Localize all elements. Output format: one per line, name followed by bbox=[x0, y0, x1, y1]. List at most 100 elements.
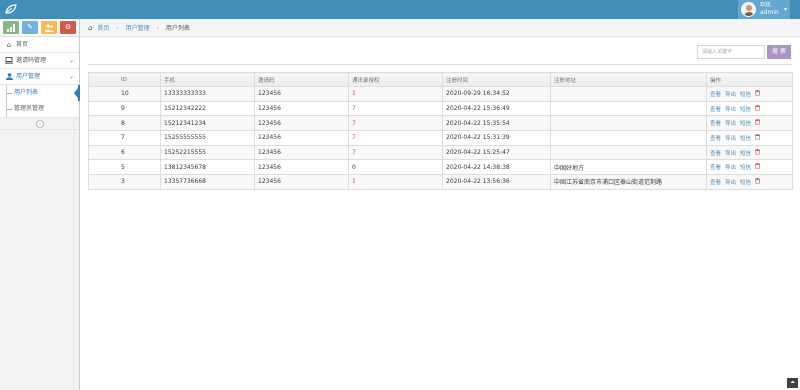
sidebar-subitem-user-list[interactable]: 用户列表 bbox=[0, 85, 80, 101]
breadcrumb-separator-icon: › bbox=[156, 25, 159, 32]
trash-icon[interactable] bbox=[755, 148, 761, 157]
sms-link[interactable]: 短信 bbox=[740, 107, 751, 113]
user-welcome-text: 欢迎, bbox=[760, 2, 772, 8]
sidebar-shortcuts: ✎ ⚙ bbox=[0, 19, 79, 37]
sidebar-subitem-admin-management[interactable]: 管理员管理 bbox=[0, 101, 79, 117]
cell-register-address bbox=[550, 130, 707, 146]
cell-invite-code: 123456 bbox=[254, 130, 349, 146]
cell-register-address bbox=[550, 86, 707, 102]
trash-icon[interactable] bbox=[755, 119, 761, 127]
user-icon bbox=[5, 69, 13, 86]
column-header-register-address[interactable]: 注册地址 bbox=[550, 72, 707, 87]
user-name: admin bbox=[760, 9, 779, 16]
cell-register-address bbox=[550, 144, 707, 161]
user-menu[interactable]: 欢迎, admin ▾ bbox=[738, 0, 790, 19]
column-header-actions: 操作 bbox=[706, 72, 793, 87]
signal-icon[interactable] bbox=[3, 21, 19, 34]
cell-id: 6 bbox=[88, 144, 161, 161]
column-header-contacts-auth[interactable]: 通讯录授权 bbox=[348, 72, 443, 87]
sidebar-item-user-management[interactable]: 用户管理 ⌄ bbox=[0, 69, 79, 85]
cell-id: 8 bbox=[88, 115, 161, 132]
sidebar-item-label: 首页 bbox=[16, 41, 29, 48]
chevron-down-icon: ⌄ bbox=[68, 73, 74, 80]
cell-register-time: 2020-09-29 16:34:52 bbox=[442, 86, 551, 102]
cell-id: 3 bbox=[88, 174, 161, 190]
cell-id: 10 bbox=[88, 86, 161, 102]
table-row: 7 15255555555 123456 7 2020-04-22 15:31:39 查看… bbox=[88, 130, 793, 146]
cell-phone: 13812345678 bbox=[160, 159, 255, 176]
export-link[interactable]: 导出 bbox=[725, 180, 736, 186]
trash-icon[interactable] bbox=[755, 177, 761, 186]
column-header-register-time[interactable]: 注册时间 bbox=[442, 72, 551, 87]
export-link[interactable]: 导出 bbox=[725, 107, 736, 113]
view-link[interactable]: 查看 bbox=[710, 107, 721, 113]
trash-icon[interactable] bbox=[755, 104, 761, 113]
cell-actions: 查看 导出 短信 bbox=[706, 144, 793, 161]
cell-phone: 15212341234 bbox=[160, 115, 255, 132]
export-link[interactable]: 导出 bbox=[725, 165, 736, 171]
breadcrumb-home[interactable]: 首页 bbox=[97, 25, 109, 32]
search-button[interactable]: 搜 索 bbox=[767, 45, 791, 59]
sidebar: ✎ ⚙ ⌂ 首页 邀请码管理 ⌄ 用户管理 ⌄ 用户列表 管理员管理 « bbox=[0, 19, 80, 390]
group-icon[interactable] bbox=[41, 21, 57, 34]
scroll-to-top-button[interactable]: ⏶ bbox=[787, 378, 798, 388]
table-row: 3 13357736668 123456 1 2020-04-22 13:56:36 中国… bbox=[88, 174, 793, 190]
table-row: 8 15212341234 123456 7 2020-04-22 15:35:54 查看… bbox=[88, 115, 793, 132]
sms-link[interactable]: 短信 bbox=[740, 151, 751, 157]
avatar bbox=[741, 2, 756, 17]
column-header-id[interactable]: ID bbox=[88, 72, 161, 87]
cell-contacts-auth: 1 bbox=[348, 174, 443, 190]
breadcrumb-section[interactable]: 用户管理 bbox=[126, 25, 150, 32]
export-link[interactable]: 导出 bbox=[725, 151, 736, 157]
cell-register-time: 2020-04-22 15:35:54 bbox=[442, 115, 551, 132]
cogs-icon[interactable]: ⚙ bbox=[60, 21, 76, 34]
laptop-icon bbox=[5, 53, 13, 70]
sms-link[interactable]: 短信 bbox=[740, 121, 751, 127]
view-link[interactable]: 查看 bbox=[710, 121, 721, 127]
pencil-icon[interactable]: ✎ bbox=[22, 21, 38, 34]
sidebar-collapse: « bbox=[0, 118, 79, 130]
double-angle-left-icon[interactable]: « bbox=[36, 120, 44, 128]
cell-phone: 13333333333 bbox=[160, 86, 255, 102]
cell-contacts-auth: 7 bbox=[348, 144, 443, 161]
breadcrumb: ⌂ 首页 › 用户管理 › 用户列表 bbox=[80, 19, 800, 37]
top-navbar: 欢迎, admin ▾ bbox=[0, 0, 800, 19]
sms-link[interactable]: 短信 bbox=[740, 92, 751, 98]
search-input[interactable] bbox=[697, 45, 765, 59]
trash-icon[interactable] bbox=[755, 89, 761, 98]
divider bbox=[88, 64, 792, 65]
cell-phone: 13357736668 bbox=[160, 174, 255, 190]
main-content: 搜 索 ID 手机 邀请码 通讯录授权 注册时间 注册地址 操作 1013333… bbox=[80, 37, 800, 390]
cell-contacts-auth: 0 bbox=[348, 159, 443, 176]
export-link[interactable]: 导出 bbox=[725, 92, 736, 98]
cell-register-time: 2020-04-22 15:31:39 bbox=[442, 130, 551, 146]
sms-link[interactable]: 短信 bbox=[740, 180, 751, 186]
export-link[interactable]: 导出 bbox=[725, 121, 736, 127]
trash-icon[interactable] bbox=[755, 133, 761, 142]
sidebar-item-invite-codes[interactable]: 邀请码管理 ⌄ bbox=[0, 53, 79, 69]
cell-id: 9 bbox=[88, 100, 161, 117]
cell-register-address bbox=[550, 100, 707, 117]
column-header-phone[interactable]: 手机 bbox=[160, 72, 255, 87]
sms-link[interactable]: 短信 bbox=[740, 136, 751, 142]
leaf-logo-icon[interactable] bbox=[4, 3, 20, 16]
cell-contacts-auth: 7 bbox=[348, 115, 443, 132]
column-header-invite-code[interactable]: 邀请码 bbox=[254, 72, 349, 87]
cell-id: 5 bbox=[88, 159, 161, 176]
cell-phone: 15255555555 bbox=[160, 130, 255, 146]
sms-link[interactable]: 短信 bbox=[740, 165, 751, 171]
user-table: ID 手机 邀请码 通讯录授权 注册时间 注册地址 操作 10 133333333… bbox=[88, 72, 793, 190]
cell-register-time: 2020-04-22 13:56:36 bbox=[442, 174, 551, 190]
trash-icon[interactable] bbox=[755, 163, 761, 171]
cell-invite-code: 123456 bbox=[254, 144, 349, 161]
sidebar-item-label: 邀请码管理 bbox=[16, 57, 47, 64]
view-link[interactable]: 查看 bbox=[710, 165, 721, 171]
view-link[interactable]: 查看 bbox=[710, 151, 721, 157]
export-link[interactable]: 导出 bbox=[725, 136, 736, 142]
cell-actions: 查看 导出 短信 bbox=[706, 159, 793, 176]
sidebar-item-home[interactable]: ⌂ 首页 bbox=[0, 37, 79, 53]
cell-invite-code: 123456 bbox=[254, 86, 349, 102]
view-link[interactable]: 查看 bbox=[710, 180, 721, 186]
view-link[interactable]: 查看 bbox=[710, 136, 721, 142]
view-link[interactable]: 查看 bbox=[710, 92, 721, 98]
